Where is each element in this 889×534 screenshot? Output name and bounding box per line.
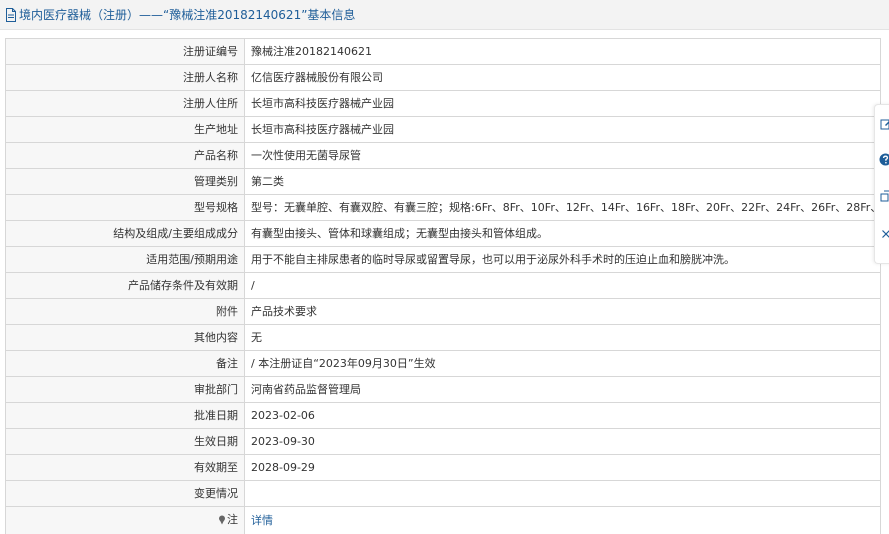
row-value: 产品技术要求 [244, 298, 881, 325]
table-row: 适用范围/预期用途 用于不能自主排尿患者的临时导尿或留置导尿，也可以用于泌尿外科手… [5, 246, 881, 273]
table-row: 生产地址 长垣市高科技医疗器械产业园 [5, 116, 881, 143]
row-value: 无 [244, 324, 881, 351]
page-header: 境内医疗器械（注册）——“豫械注准20182140621”基本信息 [0, 0, 889, 30]
edit-icon[interactable] [879, 117, 889, 130]
table-row: 注册人住所 长垣市高科技医疗器械产业园 [5, 90, 881, 117]
note-label: 注 [218, 507, 238, 532]
row-label: 注册人住所 [5, 90, 245, 117]
table-row: 变更情况 [5, 480, 881, 507]
row-value [244, 480, 881, 507]
row-value: 长垣市高科技医疗器械产业园 [244, 116, 881, 143]
row-value: 2028-09-29 [244, 454, 881, 481]
table-row: 备注 / 本注册证自“2023年09月30日”生效 [5, 350, 881, 377]
row-label: 变更情况 [5, 480, 245, 507]
document-icon [5, 7, 17, 22]
row-label: 注册人名称 [5, 64, 245, 91]
row-label: 有效期至 [5, 454, 245, 481]
row-value: 河南省药品监督管理局 [244, 376, 881, 403]
row-value: / 本注册证自“2023年09月30日”生效 [244, 350, 881, 377]
row-label: 结构及组成/主要组成成分 [5, 220, 245, 247]
row-value: 长垣市高科技医疗器械产业园 [244, 90, 881, 117]
row-value: 豫械注准20182140621 [244, 38, 881, 65]
table-row: 型号规格 型号：无囊单腔、有囊双腔、有囊三腔；规格:6Fr、8Fr、10Fr、12… [5, 194, 881, 221]
table-row: 注册证编号 豫械注准20182140621 [5, 38, 881, 65]
row-label: 批准日期 [5, 402, 245, 429]
table-row: 审批部门 河南省药品监督管理局 [5, 376, 881, 403]
row-label: 注册证编号 [5, 38, 245, 65]
help-icon[interactable] [879, 153, 889, 166]
table-row: 注册人名称 亿信医疗器械股份有限公司 [5, 64, 881, 91]
row-value: 第二类 [244, 168, 881, 195]
row-label: 生产地址 [5, 116, 245, 143]
close-icon[interactable] [879, 227, 889, 240]
note-label-text: 注 [227, 513, 238, 526]
row-label: 产品储存条件及有效期 [5, 272, 245, 299]
info-table: 注册证编号 豫械注准20182140621 注册人名称 亿信医疗器械股份有限公司 注… [5, 38, 881, 534]
row-value: 2023-02-06 [244, 402, 881, 429]
row-label: 型号规格 [5, 194, 245, 221]
table-row: 有效期至 2028-09-29 [5, 454, 881, 481]
table-row: 结构及组成/主要组成成分 有囊型由接头、管体和球囊组成；无囊型由接头和管体组成。 [5, 220, 881, 247]
row-label: 备注 [5, 350, 245, 377]
table-row: 附件 产品技术要求 [5, 298, 881, 325]
note-label-cell: 注 [5, 506, 245, 534]
row-label: 其他内容 [5, 324, 245, 351]
table-row: 管理类别 第二类 [5, 168, 881, 195]
row-label: 审批部门 [5, 376, 245, 403]
row-label: 生效日期 [5, 428, 245, 455]
row-value: 一次性使用无菌导尿管 [244, 142, 881, 169]
row-value: 有囊型由接头、管体和球囊组成；无囊型由接头和管体组成。 [244, 220, 881, 247]
row-value: 2023-09-30 [244, 428, 881, 455]
pin-icon [218, 515, 226, 525]
share-icon[interactable] [879, 189, 889, 202]
row-value: 用于不能自主排尿患者的临时导尿或留置导尿，也可以用于泌尿外科手术时的压迫止血和膀… [244, 246, 881, 273]
details-link[interactable]: 详情 [251, 514, 273, 527]
table-row: 产品储存条件及有效期 / [5, 272, 881, 299]
table-row: 其他内容无 [5, 324, 881, 351]
note-value-cell: 详情 [244, 506, 881, 534]
note-row: 注 详情 [5, 506, 881, 534]
row-value: / [244, 272, 881, 299]
page-title: 境内医疗器械（注册）——“豫械注准20182140621”基本信息 [19, 8, 356, 22]
row-label: 附件 [5, 298, 245, 325]
table-row: 产品名称 一次性使用无菌导尿管 [5, 142, 881, 169]
table-row: 批准日期 2023-02-06 [5, 402, 881, 429]
row-label: 管理类别 [5, 168, 245, 195]
table-row: 生效日期 2023-09-30 [5, 428, 881, 455]
side-toolbar [874, 104, 889, 264]
row-value: 亿信医疗器械股份有限公司 [244, 64, 881, 91]
row-value: 型号：无囊单腔、有囊双腔、有囊三腔；规格:6Fr、8Fr、10Fr、12Fr、1… [244, 194, 881, 221]
row-label: 产品名称 [5, 142, 245, 169]
row-label: 适用范围/预期用途 [5, 246, 245, 273]
